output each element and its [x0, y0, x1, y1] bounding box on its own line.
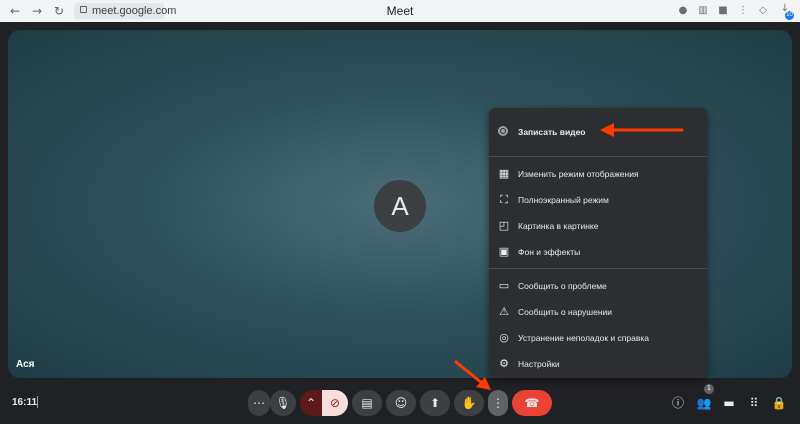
menu-item-record[interactable]: Записать видео — [489, 119, 707, 145]
feedback-icon: ▭ — [498, 279, 510, 292]
troubleshoot-icon: ◎ — [499, 331, 509, 344]
people-icon[interactable]: 👥 — [696, 395, 712, 411]
menu-item-background-effects[interactable]: ▣ Фон и эффекты — [489, 239, 707, 265]
reactions-button[interactable]: ☺ — [386, 390, 416, 416]
settings-icon: ⚙ — [499, 357, 509, 370]
host-controls-icon[interactable]: 🔒 — [771, 395, 787, 411]
ellipsis-icon: ⋯ — [253, 396, 265, 410]
end-call-button[interactable]: ☎ — [512, 390, 552, 416]
hang-up-icon: ☎ — [524, 396, 540, 410]
raise-hand-button[interactable]: ✋ — [454, 390, 484, 416]
fullscreen-icon: ⛶ — [500, 193, 508, 206]
bookmark-icon[interactable]: ■ — [718, 6, 728, 16]
record-icon — [498, 126, 510, 138]
chat-icon[interactable]: ▬ — [721, 395, 737, 411]
emoji-icon: ☺ — [394, 396, 408, 410]
people-count-badge: 1 — [704, 384, 714, 394]
menu-item-troubleshoot[interactable]: ◎ Устранение неполадок и справка — [489, 325, 707, 351]
activities-icon[interactable]: ⠿ — [746, 395, 762, 411]
menu-icon[interactable]: ⋮ — [738, 6, 748, 16]
picture-in-picture-icon: ◰ — [498, 219, 510, 232]
browser-toolbar: ← → ↻ meet.google.com Meet ● ▥ ■ ⋮ ◇ ↓ 1… — [0, 0, 800, 22]
menu-item-change-layout[interactable]: ▦ Изменить режим отображения — [489, 161, 707, 187]
microphone-icon: 🎙 — [275, 396, 291, 410]
menu-item-label: Полноэкранный режим — [518, 195, 609, 205]
more-options-menu: Записать видео ▦ Изменить режим отображе… — [489, 108, 707, 378]
present-screen-icon: ⬆ — [429, 396, 441, 410]
menu-item-label: Сообщить о проблеме — [518, 281, 607, 291]
hand-icon: ✋ — [461, 396, 477, 410]
download-badge: 10 — [785, 11, 794, 20]
camera-button[interactable]: ⊘ — [322, 390, 348, 416]
meeting-time: 16:11 — [12, 397, 38, 408]
camera-off-icon: ⊘ — [329, 396, 341, 410]
background-effects-icon: ▣ — [498, 245, 510, 258]
microphone-icon[interactable]: ● — [678, 6, 688, 16]
menu-item-label: Сообщить о нарушении — [518, 307, 613, 317]
menu-item-settings[interactable]: ⚙ Настройки — [489, 351, 707, 377]
menu-item-fullscreen[interactable]: ⛶ Полноэкранный режим — [489, 187, 707, 213]
menu-item-label: Фон и эффекты — [518, 247, 581, 257]
layout-icon: ▦ — [498, 167, 510, 180]
more-audio-options-button[interactable]: ⋯ — [248, 390, 270, 416]
menu-item-picture-in-picture[interactable]: ◰ Картинка в картинке — [489, 213, 707, 239]
more-vert-icon: ⋮ — [492, 396, 504, 410]
report-abuse-icon: ⚠ — [499, 305, 509, 318]
microphone-button[interactable]: 🎙 — [270, 390, 296, 416]
menu-item-label: Изменить режим отображения — [518, 169, 639, 179]
captions-icon: ▤ — [361, 396, 373, 410]
download-icon[interactable]: ↓ 10 — [778, 4, 794, 20]
menu-item-report-abuse[interactable]: ⚠ Сообщить о нарушении — [489, 299, 707, 325]
menu-item-label: Записать видео — [518, 127, 586, 137]
menu-item-report-problem[interactable]: ▭ Сообщить о проблеме — [489, 273, 707, 299]
extensions-icon[interactable]: ◇ — [758, 6, 768, 16]
info-icon[interactable]: ⓘ — [670, 395, 686, 411]
more-options-button[interactable]: ⋮ — [488, 390, 508, 416]
participant-avatar: A — [374, 180, 426, 232]
menu-divider — [489, 268, 707, 269]
menu-item-label: Устранение неполадок и справка — [518, 333, 649, 343]
menu-divider — [489, 156, 707, 157]
menu-item-label: Настройки — [518, 359, 560, 369]
participant-name: Ася — [16, 359, 35, 370]
captions-button[interactable]: ▤ — [352, 390, 382, 416]
clock-separator — [37, 396, 38, 408]
present-button[interactable]: ⬆ — [420, 390, 450, 416]
menu-item-label: Картинка в картинке — [518, 221, 599, 231]
camera-options-button[interactable]: ⌃ — [300, 390, 322, 416]
chevron-up-icon: ⌃ — [305, 396, 317, 410]
translate-icon[interactable]: ▥ — [698, 6, 708, 16]
